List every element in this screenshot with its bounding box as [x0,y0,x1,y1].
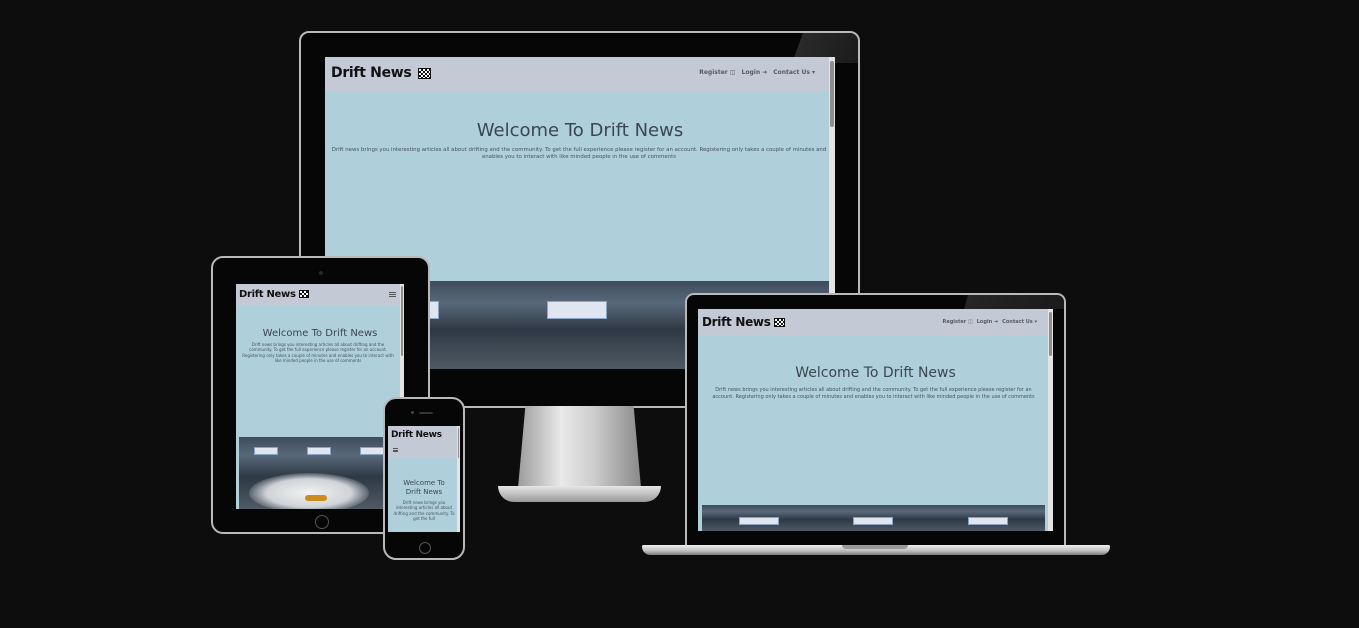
nav-contact-dropdown[interactable]: Contact Us ▾ [1002,319,1037,325]
scrollbar[interactable] [1048,309,1053,531]
tablet-camera [319,271,323,275]
hamburger-icon[interactable] [389,292,396,297]
hero-image [702,505,1045,531]
navbar: Drift News [236,284,404,306]
scrollbar-thumb[interactable] [401,286,403,356]
brand-logo[interactable]: Drift News [702,315,786,329]
nav-contact-label: Contact Us [773,69,810,76]
chevron-down-icon: ▾ [1034,319,1037,325]
navbar: Drift News Register ◫ Login ➜ Contact Us… [325,57,835,91]
laptop-glare [924,295,1064,309]
nav-register-label: Register [699,69,728,76]
hero-title: Welcome To Drift News [476,120,684,141]
hero-banner [253,447,278,455]
brand-text: Drift News [239,289,296,300]
nav-register-label: Register [942,319,967,325]
checkered-flag-icon [418,67,432,79]
checkered-flag-icon [774,318,786,327]
hero-title: Welcome To Drift News [262,328,378,339]
login-icon: ➜ [762,69,768,76]
navbar: Drift News [388,426,460,458]
navbar: Drift News Register ◫ Login ➜ Contact Us… [698,309,1053,336]
nav-login-label: Login [976,319,993,325]
phone-home-button[interactable] [419,542,431,554]
nav-register-link[interactable]: Register ◫ [699,69,735,76]
monitor-neck [518,406,641,488]
register-icon: ◫ [968,319,973,325]
chevron-down-icon: ▾ [811,69,815,76]
hero-text: Drift news brings you interesting articl… [242,342,394,364]
phone-camera [411,411,414,414]
brand-text: Drift News [391,430,442,440]
phone-speaker [419,412,433,414]
hero-banner [853,517,894,525]
laptop-screen: Drift News Register ◫ Login ➜ Contact Us… [698,309,1053,531]
hero-title: Welcome To Drift News [795,365,956,381]
scrollbar-thumb[interactable] [1049,312,1052,356]
tablet-home-button[interactable] [315,515,329,529]
nav-login-label: Login [741,69,761,76]
hero-banner [967,517,1008,525]
monitor-stand [498,406,661,502]
hero-text: Drift news brings you interesting articl… [393,500,455,522]
hero-title: Welcome To Drift News [403,479,445,496]
brand-logo[interactable]: Drift News [239,289,309,300]
hero-banner [306,447,331,455]
phone-screen: Drift News Welcome To Drift News Drift n… [388,426,460,532]
nav-contact-dropdown[interactable]: Contact Us ▾ [773,69,815,76]
laptop-notch [842,545,908,549]
monitor-base [498,486,661,502]
nav-contact-label: Contact Us [1002,319,1033,325]
drift-car [305,495,327,501]
hero-banner [739,517,780,525]
scrollbar[interactable] [457,426,460,532]
hero-image [239,437,398,509]
brand-logo[interactable]: Drift News [391,430,442,440]
nav-login-link[interactable]: Login ➜ [977,319,998,325]
tablet-screen: Drift News Welcome To Drift News Drift n… [236,284,404,509]
nav-register-link[interactable]: Register ◫ [942,319,972,325]
login-icon: ➜ [993,319,999,325]
scrollbar-thumb[interactable] [458,428,459,458]
brand-logo[interactable]: Drift News [331,65,432,81]
brand-text: Drift News [331,65,412,81]
hero-banner [547,301,607,319]
hero-text: Drift news brings you interesting articl… [712,387,1035,400]
scrollbar-thumb[interactable] [830,61,834,127]
brand-text: Drift News [702,315,771,329]
hamburger-icon[interactable] [393,448,398,452]
nav-links: Register ◫ Login ➜ Contact Us ▾ [699,69,815,76]
hero-banner [359,447,384,455]
checkered-flag-icon [298,290,309,298]
register-icon: ◫ [729,69,736,76]
phone: Drift News Welcome To Drift News Drift n… [383,397,465,560]
laptop-base [642,545,1110,555]
nav-links: Register ◫ Login ➜ Contact Us ▾ [942,319,1037,325]
smoke [249,473,369,509]
laptop: Drift News Register ◫ Login ➜ Contact Us… [642,293,1110,561]
hero-text: Drift news brings you interesting articl… [331,147,827,161]
nav-login-link[interactable]: Login ➜ [742,69,768,76]
